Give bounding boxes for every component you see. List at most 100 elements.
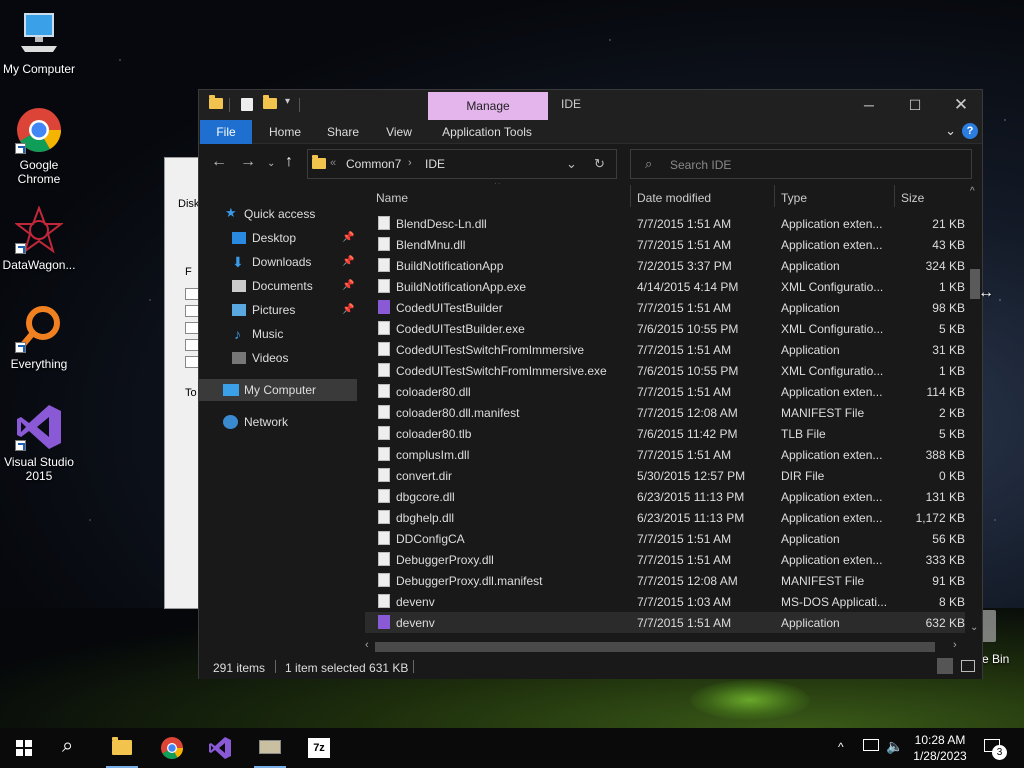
status-bar: 291 items 1 item selected 631 KB xyxy=(199,655,982,679)
search-box[interactable]: ⌕ Search IDE xyxy=(630,149,972,179)
file-row[interactable]: DebuggerProxy.dll.manifest 7/7/2015 12:08… xyxy=(365,570,965,591)
nav-documents[interactable]: Documents 📌 xyxy=(199,275,357,297)
nav-my-computer[interactable]: My Computer xyxy=(199,379,357,401)
maximize-button[interactable]: ☐ xyxy=(892,90,938,120)
show-hidden-icons-icon[interactable]: ^ xyxy=(838,740,844,754)
up-arrow-icon[interactable]: ↑ xyxy=(285,153,293,171)
file-size: 0 KB xyxy=(938,469,965,483)
pin-icon[interactable]: 📌 xyxy=(342,227,354,249)
refresh-icon[interactable]: ↻ xyxy=(594,156,605,172)
forward-arrow-icon[interactable]: → xyxy=(240,153,256,171)
new-folder-icon[interactable] xyxy=(263,95,277,112)
nav-network[interactable]: Network xyxy=(199,411,357,433)
scroll-up-icon[interactable]: ^ xyxy=(970,186,975,197)
back-arrow-icon[interactable]: ← xyxy=(211,153,227,171)
checkbox[interactable] xyxy=(185,305,199,317)
large-icons-view-icon[interactable] xyxy=(961,660,975,672)
tab-application-tools[interactable]: Application Tools xyxy=(431,120,543,144)
file-list[interactable]: ^ Name Date modified Type Size BlendDesc… xyxy=(365,183,971,633)
quick-access-dropdown-icon[interactable]: ▾ xyxy=(285,96,290,107)
properties-icon[interactable] xyxy=(241,98,253,111)
title-bar[interactable]: ▾ Manage IDE ─ ☐ ✕ xyxy=(199,90,982,120)
taskbar-file-explorer[interactable] xyxy=(98,728,146,768)
address-bar[interactable]: « Common7 › IDE ⌄ ↻ xyxy=(307,149,617,179)
nav-pictures[interactable]: Pictures 📌 xyxy=(199,299,357,321)
file-row[interactable]: convert.dir 5/30/2015 12:57 PM DIR File 0 K… xyxy=(365,465,965,486)
file-row[interactable]: BuildNotificationApp.exe 4/14/2015 4:14 P… xyxy=(365,276,965,297)
scroll-down-icon[interactable]: ⌄ xyxy=(970,622,978,633)
expand-ribbon-icon[interactable]: ⌄ xyxy=(945,123,956,139)
recent-locations-icon[interactable]: ⌄ xyxy=(267,158,275,169)
help-icon[interactable]: ? xyxy=(962,123,978,139)
notifications-button[interactable]: 3 xyxy=(982,728,1012,768)
nav-desktop[interactable]: Desktop 📌 xyxy=(199,227,357,249)
search-placeholder: Search IDE xyxy=(670,158,732,172)
file-row[interactable]: DDConfigCA 7/7/2015 1:51 AM Application 56 … xyxy=(365,528,965,549)
vertical-scrollbar[interactable]: ^ ⌄ xyxy=(969,186,981,636)
volume-icon[interactable]: 🔈 xyxy=(886,738,903,755)
file-row[interactable]: complusIm.dll 7/7/2015 1:51 AM Application… xyxy=(365,444,965,465)
taskbar-chrome[interactable] xyxy=(148,728,196,768)
clock[interactable]: 10:28 AM 1/28/2023 xyxy=(912,728,968,768)
file-row[interactable]: DebuggerProxy.dll 7/7/2015 1:51 AM Applica… xyxy=(365,549,965,570)
file-size: 21 KB xyxy=(932,217,965,231)
tab-home[interactable]: Home xyxy=(257,120,313,144)
breadcrumb-overflow-icon[interactable]: « xyxy=(330,157,336,169)
details-view-icon[interactable] xyxy=(937,658,953,674)
minimize-button[interactable]: ─ xyxy=(846,90,892,120)
file-row[interactable]: devenv 7/7/2015 1:03 AM MS-DOS Applicati..… xyxy=(365,591,965,612)
desktop-icon-datawagon[interactable]: DataWagon... xyxy=(0,205,78,272)
checkbox[interactable] xyxy=(185,288,199,300)
file-row[interactable]: devenv 7/7/2015 1:51 AM Application 632 KB xyxy=(365,612,965,633)
file-name: devenv xyxy=(396,595,435,609)
nav-videos[interactable]: Videos xyxy=(199,347,357,369)
nav-downloads[interactable]: ⬇ Downloads 📌 xyxy=(199,251,357,273)
tab-view[interactable]: View xyxy=(373,120,425,144)
start-button[interactable] xyxy=(0,728,48,768)
tab-file[interactable]: File xyxy=(200,120,252,144)
network-tray-icon[interactable] xyxy=(863,739,879,751)
pin-icon[interactable]: 📌 xyxy=(342,299,354,321)
file-row[interactable]: BlendDesc-Ln.dll 7/7/2015 1:51 AM Applicat… xyxy=(365,213,965,234)
file-row[interactable]: BuildNotificationApp 7/2/2015 3:37 PM Appl… xyxy=(365,255,965,276)
file-row[interactable]: dbghelp.dll 6/23/2015 11:13 PM Application… xyxy=(365,507,965,528)
checkbox[interactable] xyxy=(185,322,199,334)
breadcrumb-common7[interactable]: Common7 xyxy=(346,157,401,171)
checkbox[interactable] xyxy=(185,356,199,368)
file-row[interactable]: coloader80.dll.manifest 7/7/2015 12:08 AM… xyxy=(365,402,965,423)
file-row[interactable]: CodedUITestSwitchFromImmersive 7/7/2015 1… xyxy=(365,339,965,360)
nav-quick-access[interactable]: ★ Quick access xyxy=(199,203,357,225)
scroll-right-icon[interactable]: › xyxy=(953,639,957,651)
taskbar-7zip[interactable]: 7z xyxy=(296,728,344,768)
address-dropdown-icon[interactable]: ⌄ xyxy=(566,156,577,172)
close-button[interactable]: ✕ xyxy=(938,90,984,120)
file-row[interactable]: dbgcore.dll 6/23/2015 11:13 PM Application… xyxy=(365,486,965,507)
desktop-icon-my-computer[interactable]: My Computer xyxy=(0,10,78,76)
tab-share[interactable]: Share xyxy=(317,120,369,144)
file-row[interactable]: BlendMnu.dll 7/7/2015 1:51 AM Application … xyxy=(365,234,965,255)
pin-icon[interactable]: 📌 xyxy=(342,275,354,297)
computer-icon xyxy=(223,384,239,396)
desktop-icon-everything[interactable]: Everything xyxy=(0,305,78,371)
file-row[interactable]: CodedUITestBuilder 7/7/2015 1:51 AM Applic… xyxy=(365,297,965,318)
file-row[interactable]: coloader80.tlb 7/6/2015 11:42 PM TLB File 5… xyxy=(365,423,965,444)
desktop-icon-chrome[interactable]: Google Chrome xyxy=(0,106,78,186)
partial-file-row[interactable] xyxy=(365,201,965,213)
search-button[interactable]: ⌕ xyxy=(48,728,96,768)
nav-music[interactable]: ♪ Music xyxy=(199,323,357,345)
checkbox[interactable] xyxy=(185,339,199,351)
desktop-icon-visual-studio[interactable]: Visual Studio 2015 xyxy=(0,403,78,483)
taskbar-disk-app[interactable] xyxy=(246,728,294,768)
horizontal-scrollbar[interactable]: ‹ › xyxy=(365,639,965,654)
breadcrumb-ide[interactable]: IDE xyxy=(425,157,445,171)
file-row[interactable]: CodedUITestSwitchFromImmersive.exe 7/6/20… xyxy=(365,360,965,381)
file-row[interactable]: coloader80.dll 7/7/2015 1:51 AM Applicatio… xyxy=(365,381,965,402)
file-explorer-window[interactable]: ▾ Manage IDE ─ ☐ ✕ File Home Share View … xyxy=(198,89,983,679)
pin-icon[interactable]: 📌 xyxy=(342,251,354,273)
file-row[interactable]: CodedUITestBuilder.exe 7/6/2015 10:55 PM X… xyxy=(365,318,965,339)
tab-manage[interactable]: Manage xyxy=(428,92,548,120)
horizontal-scroll-thumb[interactable] xyxy=(375,642,935,652)
breadcrumb-separator-icon[interactable]: › xyxy=(408,157,412,169)
taskbar-visual-studio[interactable] xyxy=(196,728,244,768)
scroll-left-icon[interactable]: ‹ xyxy=(365,639,369,651)
